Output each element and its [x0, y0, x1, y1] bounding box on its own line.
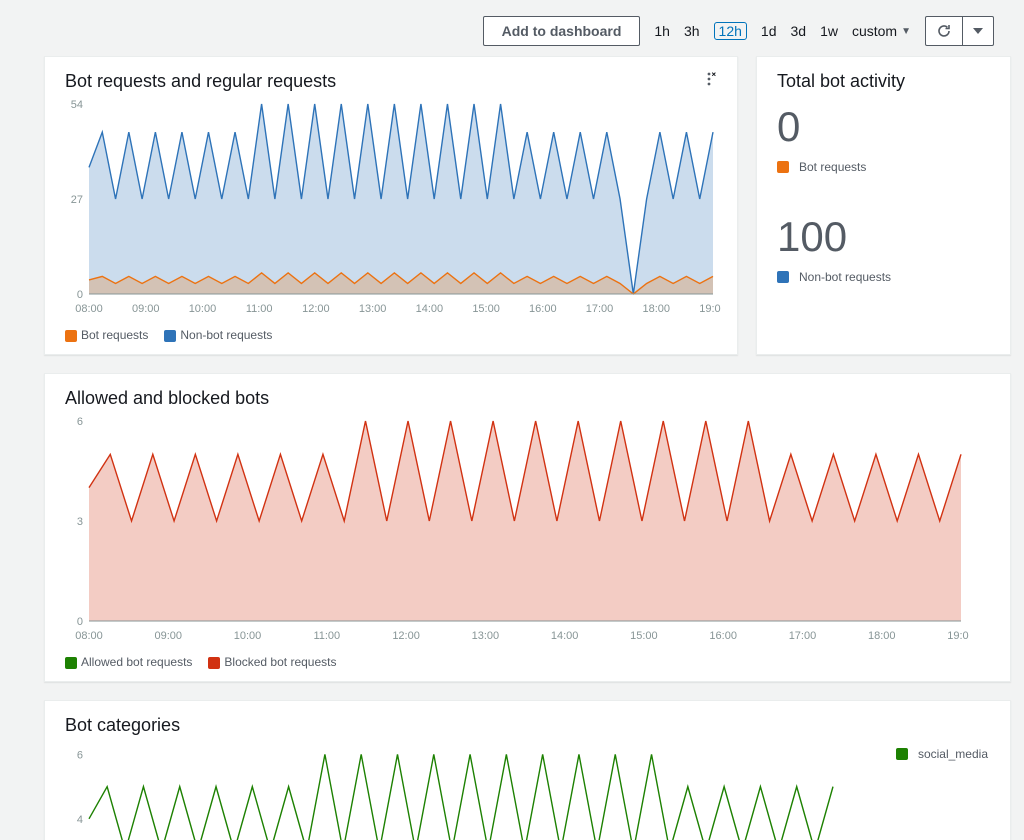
- svg-text:13:00: 13:00: [472, 630, 500, 642]
- kebab-icon: [703, 71, 719, 87]
- svg-text:27: 27: [71, 194, 83, 206]
- svg-text:18:00: 18:00: [643, 303, 671, 315]
- add-to-dashboard-button[interactable]: Add to dashboard: [483, 16, 641, 46]
- svg-text:0: 0: [77, 616, 83, 628]
- kpi-nonbot-requests-label: Non-bot requests: [757, 260, 1010, 308]
- svg-text:18:00: 18:00: [868, 630, 896, 642]
- panel-title: Bot requests and regular requests: [45, 57, 737, 98]
- range-1h[interactable]: 1h: [654, 23, 670, 39]
- svg-text:19:00: 19:00: [947, 630, 969, 642]
- svg-text:09:00: 09:00: [132, 303, 160, 315]
- legend-item-bot: Bot requests: [65, 328, 148, 342]
- svg-text:19:00: 19:00: [699, 303, 721, 315]
- legend-item-blocked: Blocked bot requests: [208, 655, 336, 669]
- chart-bot-vs-regular: 0 27 54 08:00 09:00 10:00 11:00 12:00 13:00 14:00…: [61, 98, 721, 318]
- chart-allowed-blocked: 0 3 6 08:00 09:00 10:00 11:00 12:00 13:00 14:00 15…: [61, 415, 969, 645]
- svg-text:16:00: 16:00: [529, 303, 557, 315]
- svg-text:4: 4: [77, 814, 83, 826]
- svg-text:15:00: 15:00: [630, 630, 658, 642]
- caret-down-icon: [973, 26, 983, 36]
- range-12h[interactable]: 12h: [714, 22, 747, 40]
- kpi-nonbot-requests-value: 100: [757, 208, 1010, 260]
- svg-text:14:00: 14:00: [416, 303, 444, 315]
- svg-text:15:00: 15:00: [472, 303, 500, 315]
- range-3d[interactable]: 3d: [790, 23, 806, 39]
- svg-text:11:00: 11:00: [313, 630, 340, 642]
- chart-bot-categories: 46: [61, 742, 841, 840]
- range-3h[interactable]: 3h: [684, 23, 700, 39]
- panel-title: Allowed and blocked bots: [45, 374, 1010, 415]
- panel-bot-vs-regular: Bot requests and regular requests 027540…: [44, 56, 738, 355]
- time-range-picker: 1h 3h 12h 1d 3d 1w custom▼: [654, 22, 911, 40]
- svg-text:13:00: 13:00: [359, 303, 387, 315]
- legend-item-allowed: Allowed bot requests: [65, 655, 192, 669]
- panel-allowed-blocked: Allowed and blocked bots 0 3 6 08:00 09:00 10…: [44, 373, 1011, 682]
- caret-down-icon: ▼: [901, 26, 911, 37]
- refresh-menu-button[interactable]: [963, 16, 994, 46]
- kpi-bot-requests-value: 0: [757, 98, 1010, 150]
- svg-text:14:00: 14:00: [551, 630, 579, 642]
- refresh-icon: [936, 23, 952, 39]
- kpi-bot-requests-label: Bot requests: [757, 150, 1010, 198]
- svg-text:6: 6: [77, 416, 83, 428]
- svg-text:6: 6: [77, 749, 83, 761]
- panel-title: Total bot activity: [757, 57, 1010, 98]
- svg-text:11:00: 11:00: [246, 303, 273, 315]
- legend: Allowed bot requests Blocked bot request…: [45, 651, 1010, 681]
- svg-text:54: 54: [71, 99, 83, 111]
- panel-bot-categories: Bot categories social_media 46: [44, 700, 1011, 840]
- panel-total-bot-activity: Total bot activity 0 Bot requests 100 No…: [756, 56, 1011, 355]
- svg-text:0: 0: [77, 289, 83, 301]
- svg-text:17:00: 17:00: [789, 630, 817, 642]
- svg-text:16:00: 16:00: [709, 630, 737, 642]
- svg-text:12:00: 12:00: [392, 630, 420, 642]
- toolbar: Add to dashboard 1h 3h 12h 1d 3d 1w cust…: [0, 0, 1024, 56]
- svg-text:10:00: 10:00: [234, 630, 262, 642]
- refresh-button[interactable]: [925, 16, 963, 46]
- range-1w[interactable]: 1w: [820, 23, 838, 39]
- refresh-button-group: [925, 16, 994, 46]
- svg-text:09:00: 09:00: [155, 630, 183, 642]
- svg-text:10:00: 10:00: [189, 303, 217, 315]
- svg-text:3: 3: [77, 516, 83, 528]
- legend: Bot requests Non-bot requests: [45, 324, 737, 354]
- svg-text:08:00: 08:00: [75, 303, 103, 315]
- range-custom[interactable]: custom▼: [852, 23, 911, 39]
- svg-text:08:00: 08:00: [75, 630, 103, 642]
- svg-text:17:00: 17:00: [586, 303, 614, 315]
- panel-title: Bot categories: [45, 701, 1010, 742]
- range-1d[interactable]: 1d: [761, 23, 777, 39]
- panel-menu-button[interactable]: [703, 71, 719, 87]
- svg-text:12:00: 12:00: [302, 303, 330, 315]
- legend-item-nonbot: Non-bot requests: [164, 328, 272, 342]
